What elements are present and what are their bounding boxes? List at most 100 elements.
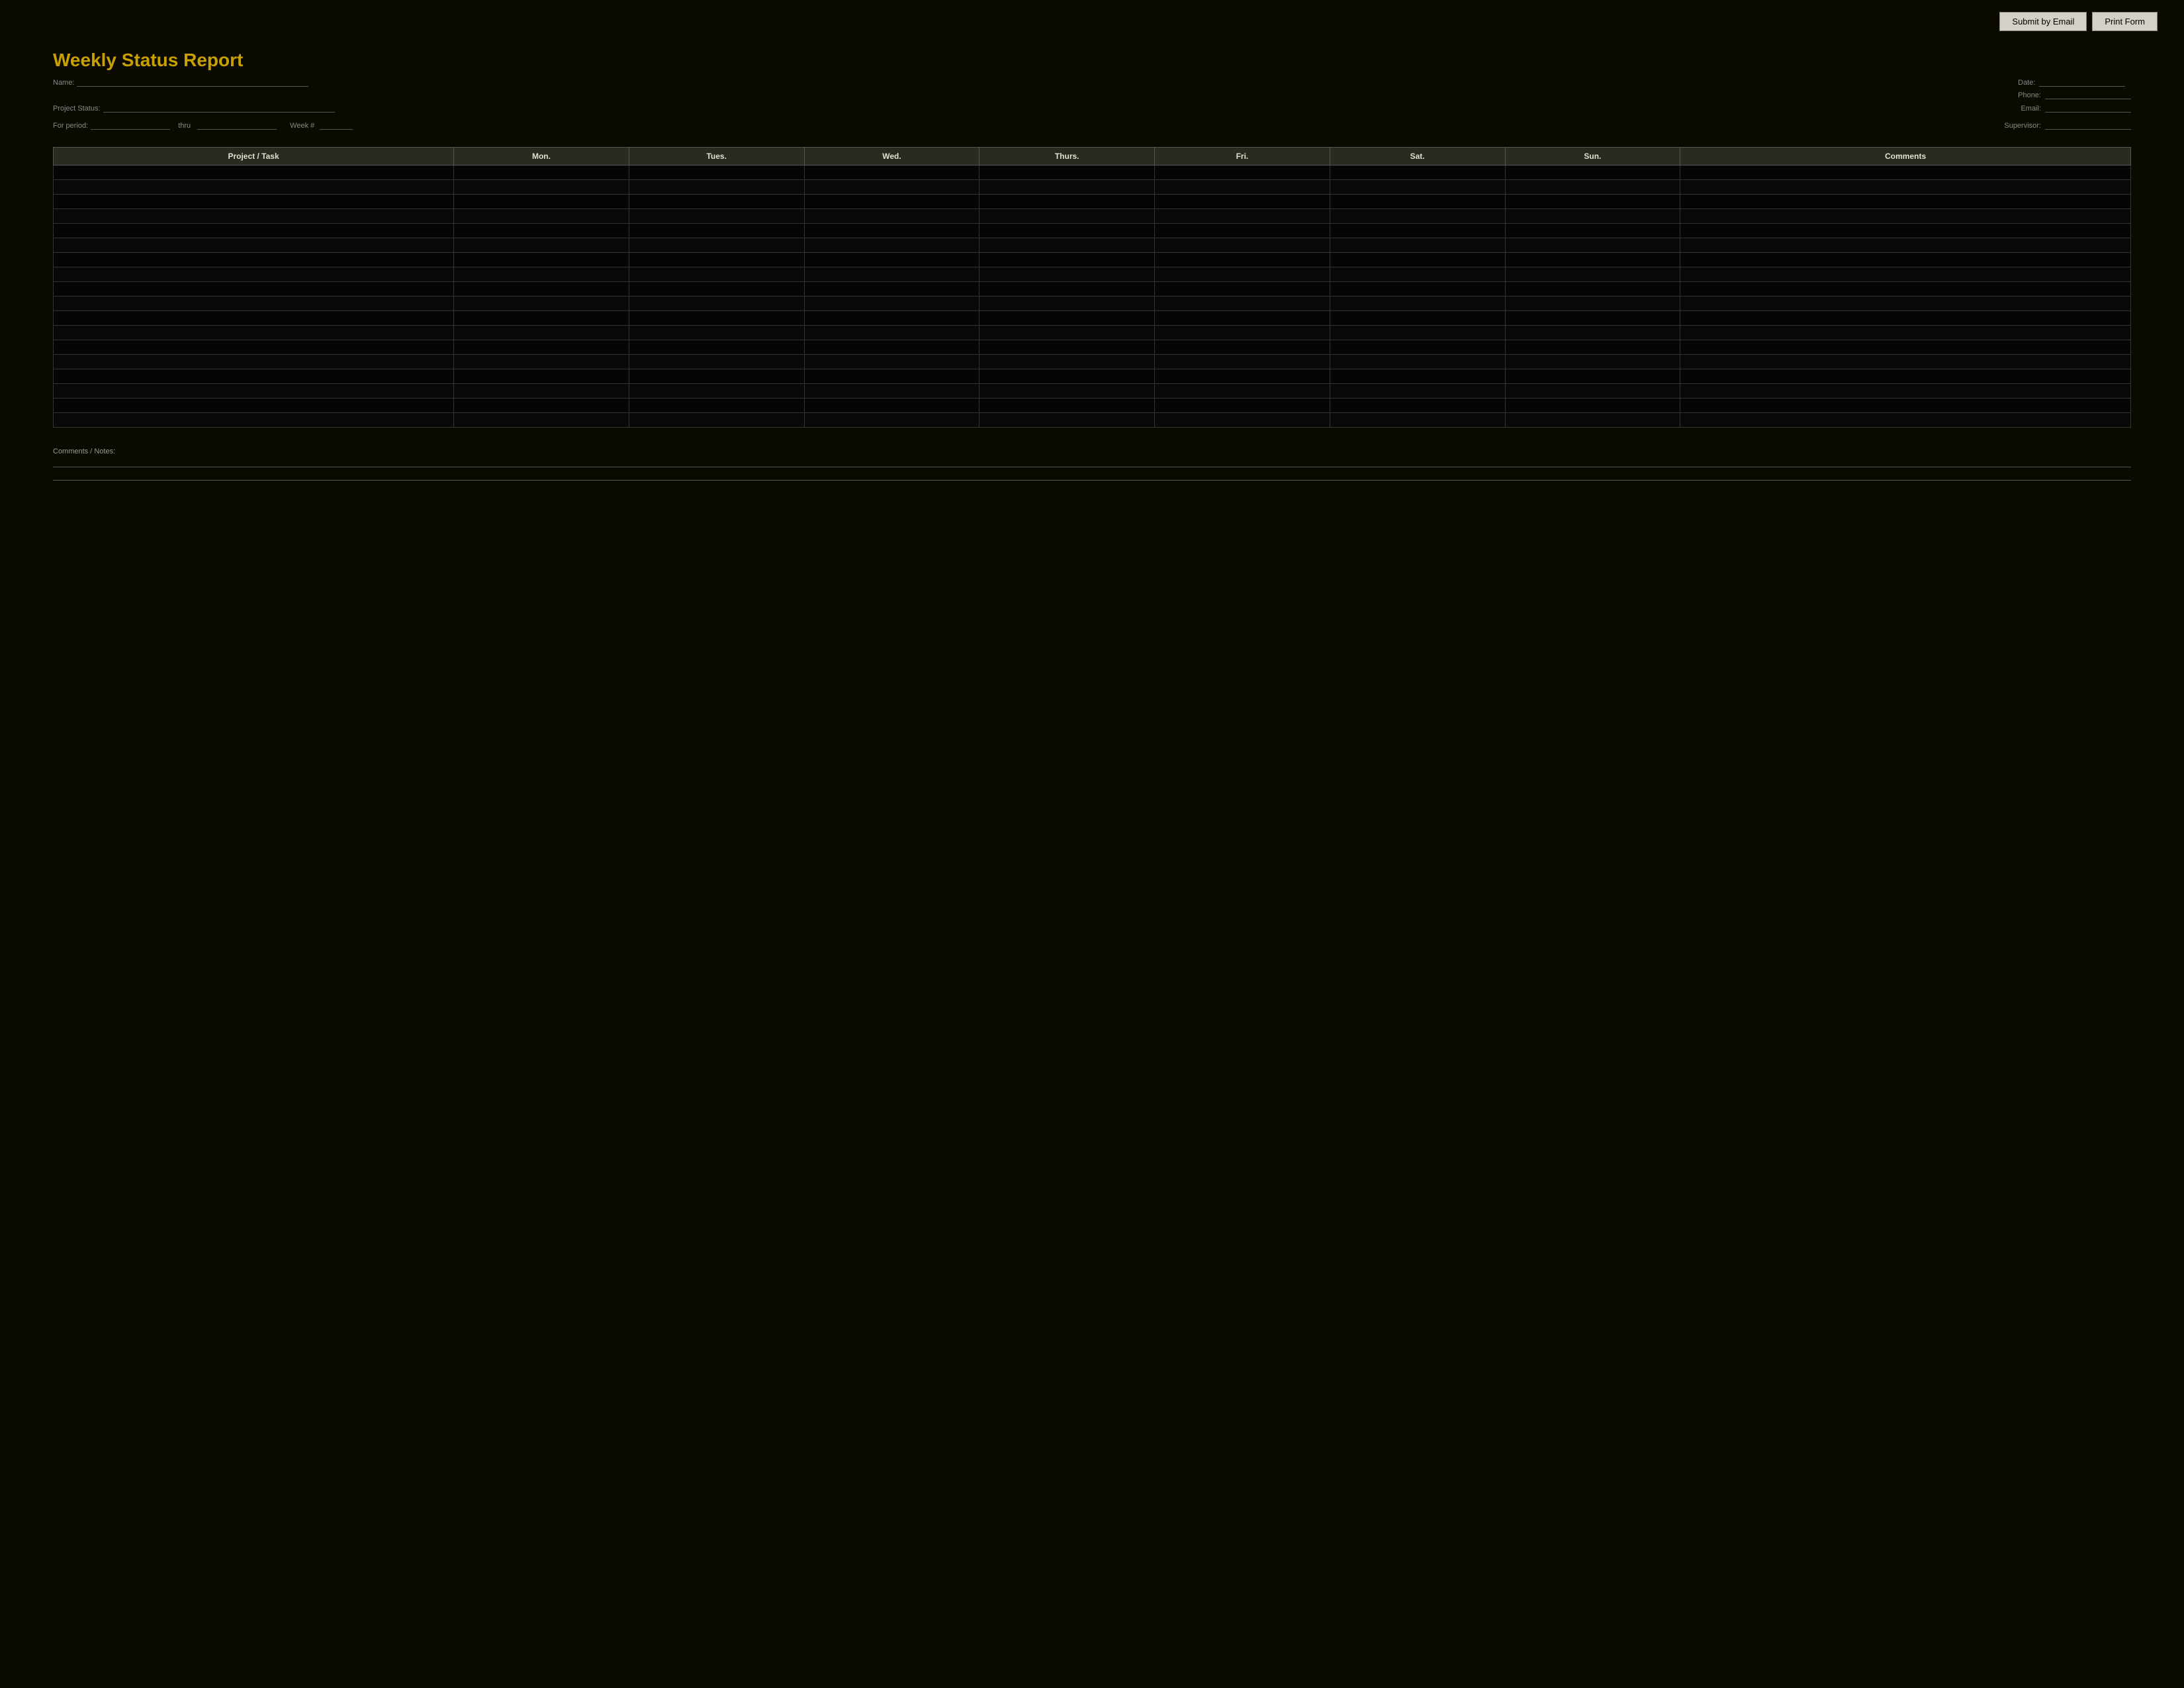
table-cell[interactable] — [1155, 282, 1330, 297]
table-cell[interactable] — [1505, 224, 1680, 238]
table-cell[interactable] — [804, 267, 979, 282]
table-cell[interactable] — [629, 238, 804, 253]
table-cell[interactable] — [54, 326, 454, 340]
table-cell[interactable] — [629, 209, 804, 224]
table-cell[interactable] — [979, 413, 1155, 428]
table-cell[interactable] — [1505, 253, 1680, 267]
table-cell[interactable] — [979, 399, 1155, 413]
table-cell[interactable] — [804, 165, 979, 180]
table-cell[interactable] — [1330, 399, 1505, 413]
table-cell[interactable] — [1505, 355, 1680, 369]
table-cell[interactable] — [979, 238, 1155, 253]
table-cell[interactable] — [979, 355, 1155, 369]
table-cell[interactable] — [804, 369, 979, 384]
email-input[interactable] — [2045, 103, 2131, 113]
table-cell[interactable] — [1505, 413, 1680, 428]
table-cell[interactable] — [1680, 165, 2131, 180]
table-cell[interactable] — [1505, 369, 1680, 384]
table-cell[interactable] — [54, 195, 454, 209]
table-cell[interactable] — [1330, 384, 1505, 399]
table-cell[interactable] — [454, 355, 629, 369]
table-cell[interactable] — [454, 238, 629, 253]
table-cell[interactable] — [1155, 253, 1330, 267]
table-cell[interactable] — [454, 267, 629, 282]
table-cell[interactable] — [1680, 180, 2131, 195]
table-cell[interactable] — [804, 180, 979, 195]
table-cell[interactable] — [1505, 311, 1680, 326]
table-cell[interactable] — [804, 238, 979, 253]
project-status-input[interactable] — [103, 103, 335, 113]
table-cell[interactable] — [1330, 180, 1505, 195]
table-cell[interactable] — [1505, 180, 1680, 195]
comments-notes-line-2[interactable] — [53, 471, 2131, 481]
table-cell[interactable] — [629, 165, 804, 180]
table-cell[interactable] — [1505, 282, 1680, 297]
table-cell[interactable] — [979, 209, 1155, 224]
table-cell[interactable] — [629, 369, 804, 384]
table-cell[interactable] — [979, 369, 1155, 384]
table-cell[interactable] — [454, 209, 629, 224]
table-cell[interactable] — [1680, 195, 2131, 209]
table-cell[interactable] — [1155, 180, 1330, 195]
table-cell[interactable] — [454, 399, 629, 413]
supervisor-input[interactable] — [2045, 120, 2131, 130]
table-cell[interactable] — [629, 282, 804, 297]
table-cell[interactable] — [804, 311, 979, 326]
table-cell[interactable] — [54, 413, 454, 428]
table-cell[interactable] — [54, 253, 454, 267]
table-cell[interactable] — [1330, 238, 1505, 253]
table-cell[interactable] — [1505, 340, 1680, 355]
table-cell[interactable] — [1155, 209, 1330, 224]
table-cell[interactable] — [1680, 355, 2131, 369]
table-cell[interactable] — [804, 253, 979, 267]
table-cell[interactable] — [979, 384, 1155, 399]
table-cell[interactable] — [629, 297, 804, 311]
table-cell[interactable] — [1505, 267, 1680, 282]
table-cell[interactable] — [629, 384, 804, 399]
table-cell[interactable] — [1680, 413, 2131, 428]
table-cell[interactable] — [54, 399, 454, 413]
table-cell[interactable] — [1680, 311, 2131, 326]
table-cell[interactable] — [1505, 238, 1680, 253]
table-cell[interactable] — [1155, 297, 1330, 311]
table-cell[interactable] — [979, 326, 1155, 340]
date-input[interactable] — [2039, 77, 2125, 87]
table-cell[interactable] — [1330, 282, 1505, 297]
table-cell[interactable] — [1505, 297, 1680, 311]
table-cell[interactable] — [1680, 267, 2131, 282]
table-cell[interactable] — [1680, 238, 2131, 253]
table-cell[interactable] — [1680, 399, 2131, 413]
table-cell[interactable] — [54, 180, 454, 195]
table-cell[interactable] — [979, 195, 1155, 209]
table-cell[interactable] — [454, 340, 629, 355]
table-cell[interactable] — [1330, 369, 1505, 384]
table-cell[interactable] — [454, 165, 629, 180]
table-cell[interactable] — [804, 399, 979, 413]
table-cell[interactable] — [629, 180, 804, 195]
table-cell[interactable] — [629, 399, 804, 413]
table-cell[interactable] — [1505, 384, 1680, 399]
table-cell[interactable] — [1330, 165, 1505, 180]
table-cell[interactable] — [54, 355, 454, 369]
table-cell[interactable] — [54, 209, 454, 224]
table-cell[interactable] — [1330, 209, 1505, 224]
table-cell[interactable] — [1155, 384, 1330, 399]
table-cell[interactable] — [1155, 369, 1330, 384]
table-cell[interactable] — [804, 282, 979, 297]
table-cell[interactable] — [454, 384, 629, 399]
table-cell[interactable] — [54, 282, 454, 297]
table-cell[interactable] — [1330, 195, 1505, 209]
print-form-button[interactable]: Print Form — [2092, 12, 2158, 31]
table-cell[interactable] — [1155, 413, 1330, 428]
table-cell[interactable] — [1330, 297, 1505, 311]
table-cell[interactable] — [804, 297, 979, 311]
table-cell[interactable] — [54, 297, 454, 311]
table-cell[interactable] — [979, 180, 1155, 195]
table-cell[interactable] — [1505, 195, 1680, 209]
table-cell[interactable] — [804, 326, 979, 340]
table-cell[interactable] — [1330, 224, 1505, 238]
table-cell[interactable] — [454, 311, 629, 326]
table-cell[interactable] — [979, 311, 1155, 326]
table-cell[interactable] — [1680, 384, 2131, 399]
table-cell[interactable] — [1155, 399, 1330, 413]
